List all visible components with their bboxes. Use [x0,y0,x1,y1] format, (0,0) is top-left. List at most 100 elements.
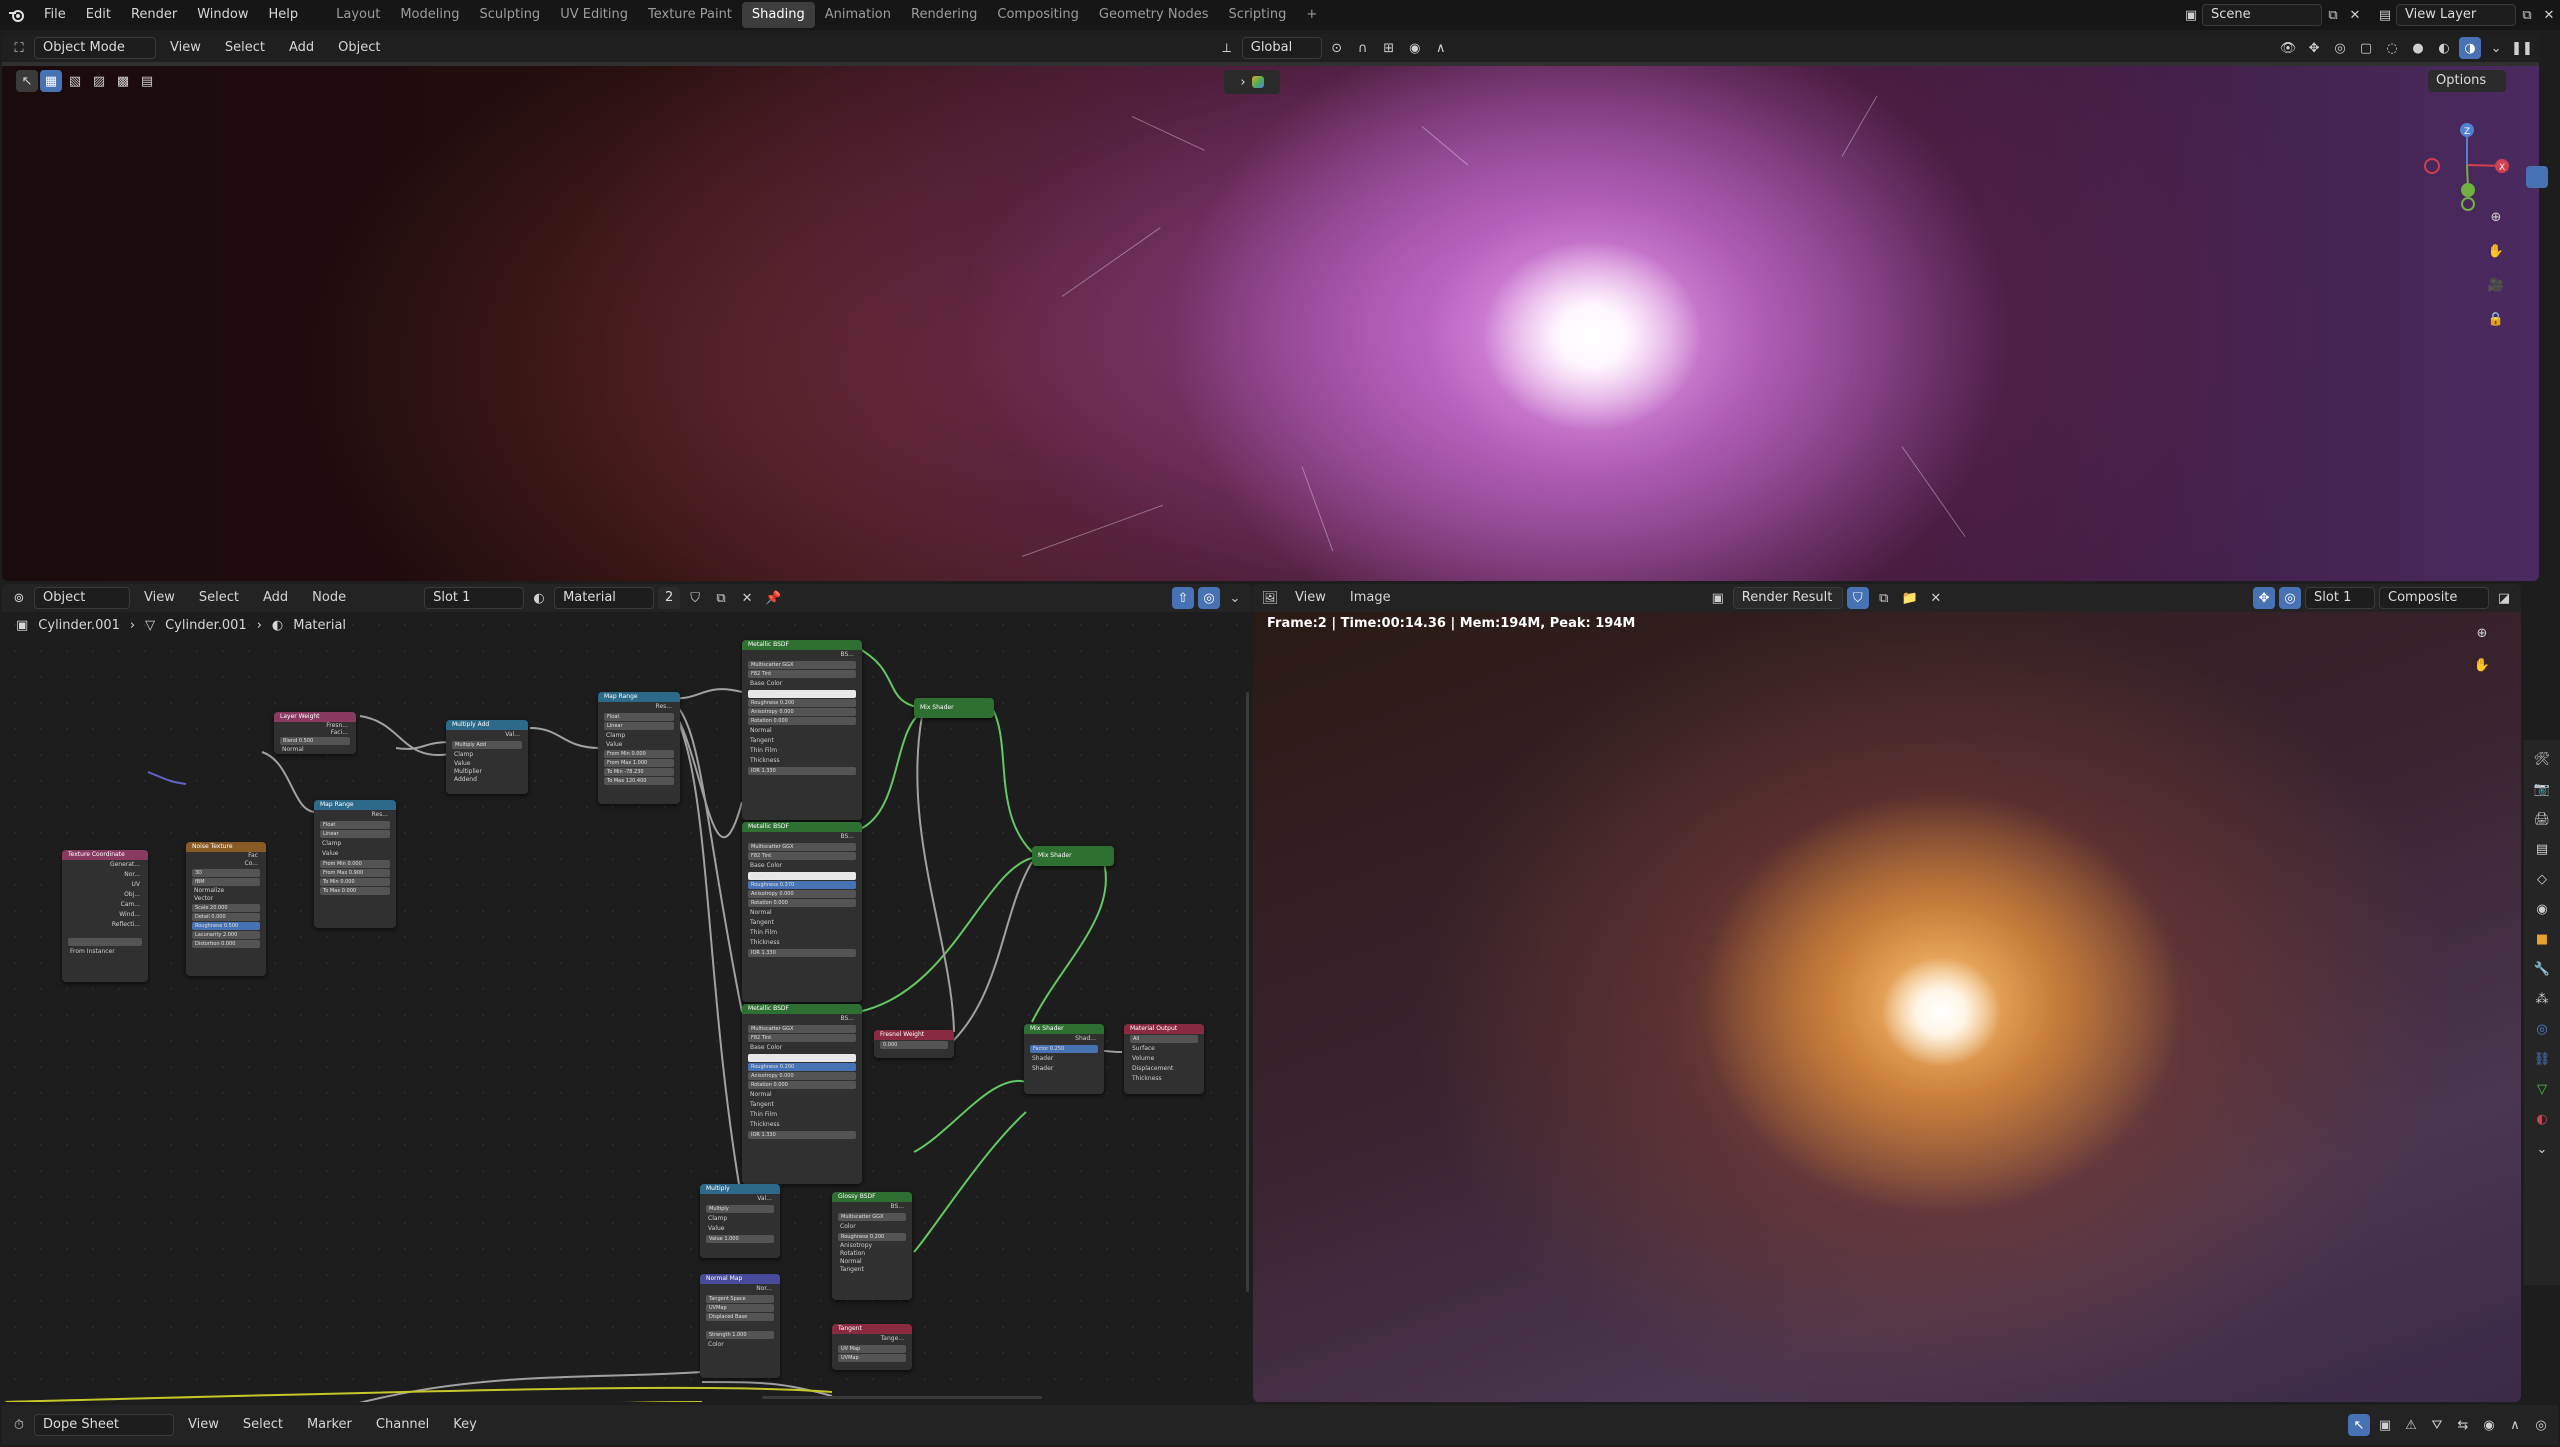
node-noise-texture[interactable]: Noise Texture Fac Co... 3D fBM Normalize… [186,842,266,976]
open-image-folder-icon[interactable]: 📁 [1899,587,1921,609]
unlink-image-icon[interactable]: ✕ [1925,587,1947,609]
node-field[interactable]: Float [604,713,674,721]
viewport-render-canvas[interactable] [2,66,2539,581]
shading-material-icon[interactable]: ◐ [2433,37,2455,59]
show-hidden-icon[interactable]: ▣ [2374,1414,2396,1436]
tab-layout[interactable]: Layout [326,2,390,28]
fake-user-shield-icon[interactable]: ⛉ [1846,587,1869,609]
node-field[interactable]: Anisotropy 0.000 [748,890,856,898]
menu-window[interactable]: Window [187,0,258,30]
editor-type-icon[interactable]: 🖼 [1259,587,1281,609]
node-checkbox[interactable]: Clamp [314,839,396,849]
node-field[interactable]: Distortion 0.000 [192,940,260,948]
node-field[interactable]: Roughness 0.370 [748,881,856,889]
node-field[interactable]: Blend 0.500 [280,737,350,745]
node-overlays-icon[interactable]: ◎ [1198,587,1220,609]
node-field[interactable]: Rotation 0.000 [748,717,856,725]
node-field[interactable]: Value 1.000 [706,1235,774,1243]
editor-type-icon[interactable]: ⛶ [8,37,30,59]
material-tab-icon[interactable]: ◐ [2531,1108,2553,1130]
node-menu-select[interactable]: Select [189,585,249,611]
node-field[interactable]: Roughness 0.200 [838,1233,906,1241]
node-mix-shader-2[interactable]: Mix Shader [1032,846,1114,866]
overlay-options-icon[interactable]: ⌄ [1224,587,1246,609]
physics-tab-icon[interactable]: ◎ [2531,1018,2553,1040]
select-box-intersect-icon[interactable]: ▤ [136,70,158,92]
world-tab-icon[interactable]: ◉ [2531,898,2553,920]
visibility-icon[interactable]: 👁 [2277,37,2299,59]
node-normal-map[interactable]: Normal Map Nor... Tangent Space UVMap Di… [700,1274,780,1378]
zoom-icon[interactable]: ⊕ [2485,206,2507,228]
node-multiply[interactable]: Multiply Val... Multiply Clamp Value Val… [700,1184,780,1258]
node-field[interactable]: Linear [320,830,390,838]
material-name-field[interactable]: Material [554,587,655,609]
node-mix-shader-3[interactable]: Mix Shader Shad... Factor 0.250 Shader S… [1024,1024,1104,1094]
render-pass-selector[interactable]: Composite [2379,587,2490,609]
dope-menu-marker[interactable]: Marker [297,1412,362,1438]
node-metallic-bsdf-2[interactable]: Metallic BSDF BS... Multiscatter GGX F82… [742,822,862,1002]
render-result-canvas[interactable]: Frame:2 | Time:00:14.36 | Mem:194M, Peak… [1253,612,2521,1402]
editor-type-icon[interactable]: ⏱ [8,1414,30,1436]
tab-rendering[interactable]: Rendering [901,2,987,28]
node-field[interactable]: Lacunarity 2.000 [192,931,260,939]
transform-orientation-selector[interactable]: Global [1241,37,1322,59]
snap-icon[interactable]: ∩ [1352,37,1374,59]
gizmo-icon[interactable]: ✥ [2253,587,2276,609]
overlays-icon[interactable]: ◎ [2329,37,2351,59]
display-channels-icon[interactable]: ◪ [2493,587,2515,609]
shading-solid-icon[interactable]: ● [2407,37,2429,59]
material-users-count[interactable]: 2 [658,587,681,609]
node-field[interactable]: From Max 0.900 [320,869,390,877]
horizontal-scrollbar[interactable] [762,1396,1042,1399]
only-errors-icon[interactable]: ⚠ [2400,1414,2422,1436]
node-multiply-add[interactable]: Multiply Add Val... Multiply Add Clamp V… [446,720,528,794]
node-field[interactable]: Multiply [706,1205,774,1213]
3d-viewport[interactable]: ⛶ Object Mode View Select Add Object ⟂ G… [2,34,2539,581]
viewport-menu-select[interactable]: Select [215,35,275,61]
node-texture-coordinate[interactable]: Texture Coordinate Generat... Nor... UV … [62,850,148,982]
node-field[interactable]: Roughness 0.500 [192,922,260,930]
sidebar-tab-icon[interactable] [2526,166,2548,188]
node-color-field[interactable]: Edge Tint [748,1054,856,1062]
tab-shading[interactable]: Shading [741,2,815,28]
falloff-icon[interactable]: ∧ [2504,1414,2526,1436]
proportional-edit-icon[interactable]: ◉ [1404,37,1426,59]
pan-hand-icon[interactable]: ✋ [2485,240,2507,262]
proportional-edit-icon[interactable]: ◉ [2478,1414,2500,1436]
menu-edit[interactable]: Edit [76,0,121,30]
node-checkbox[interactable]: From Instancer [62,947,148,957]
select-box-subtract-icon[interactable]: ▨ [88,70,110,92]
camera-icon[interactable]: 🎥 [2485,274,2507,296]
filter-icon[interactable]: ⛛ [2426,1414,2448,1436]
image-browse-icon[interactable]: ▣ [1707,587,1729,609]
orientation-icon[interactable]: ⟂ [1216,37,1238,59]
node-field[interactable]: Factor 0.250 [1030,1045,1098,1053]
data-tab-icon[interactable]: ▽ [2531,1078,2553,1100]
pivot-icon[interactable]: ⊙ [1326,37,1348,59]
blender-logo-icon[interactable] [0,0,34,30]
shader-node-editor[interactable]: ⊚ Object View Select Add Node Slot 1 ◐ M… [2,584,1252,1402]
view-layer-selector[interactable]: View Layer [2396,4,2516,26]
unlink-material-icon[interactable]: ✕ [736,587,758,609]
mode-selector[interactable]: Object Mode [34,37,156,59]
node-field[interactable]: Rotation 0.000 [748,899,856,907]
node-field[interactable]: IOR 1.330 [748,949,856,957]
node-field[interactable]: Multiscatter GGX [748,661,856,669]
node-field[interactable]: Strength 1.000 [706,1331,774,1339]
node-field[interactable]: All [1130,1035,1198,1043]
node-field[interactable]: IOR 1.330 [748,1131,856,1139]
chevron-down-icon[interactable]: ⌄ [2531,1138,2553,1160]
node-map-range-1[interactable]: Map Range Res... Float Linear Clamp Valu… [598,692,680,804]
tab-scripting[interactable]: Scripting [1219,2,1297,28]
node-color-field[interactable]: Edge Tint [748,690,856,698]
tab-texture-paint[interactable]: Texture Paint [638,2,742,28]
output-tab-icon[interactable]: 🖨 [2531,808,2553,830]
tab-compositing[interactable]: Compositing [987,2,1089,28]
node-field[interactable]: UVMap [838,1354,906,1362]
particles-tab-icon[interactable]: ⁂ [2531,988,2553,1010]
shading-options-icon[interactable]: ⌄ [2485,37,2507,59]
node-field[interactable]: To Max 0.000 [320,887,390,895]
node-menu-view[interactable]: View [134,585,185,611]
options-button[interactable]: Options [2428,70,2506,92]
shading-wireframe-icon[interactable]: ◌ [2381,37,2403,59]
